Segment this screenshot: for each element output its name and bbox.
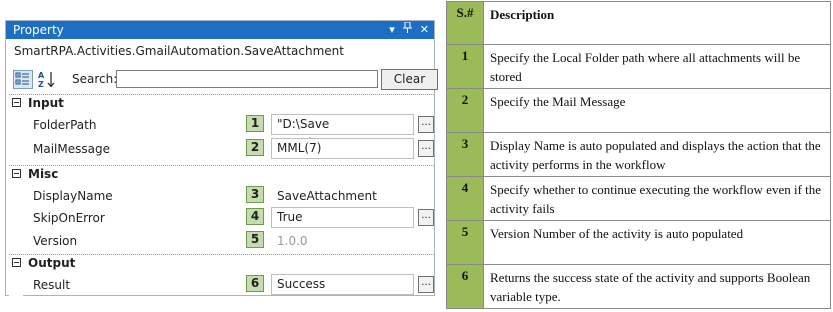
result-browse-button[interactable]: ...	[418, 276, 434, 293]
property-name: Result	[33, 278, 71, 292]
alphabetical-sort-button[interactable]: A Z	[37, 70, 57, 89]
row-description: Specify the Mail Message	[483, 88, 831, 133]
property-name: FolderPath	[33, 118, 97, 132]
category-label: Output	[28, 256, 76, 270]
property-name: SkipOnError	[33, 211, 105, 225]
mailmessage-browse-button[interactable]: ...	[418, 140, 434, 157]
collapse-icon[interactable]	[12, 169, 21, 178]
property-name: DisplayName	[33, 189, 113, 203]
table-row: 2 Specify the Mail Message	[446, 88, 831, 133]
header-description: Description	[483, 1, 831, 45]
callout-badge: 4	[246, 208, 264, 225]
table-row: 6 Returns the success state of the activ…	[446, 264, 831, 309]
category-input[interactable]: Input	[9, 94, 434, 112]
search-label: Search:	[72, 72, 118, 86]
row-number: 1	[446, 44, 484, 89]
row-number: 2	[446, 88, 484, 133]
activity-type-name: SmartRPA.Activities.GmailAutomation.Save…	[14, 44, 344, 58]
property-row-mailmessage: MailMessage 2 MML(7) ...	[9, 137, 434, 160]
callout-badge: 1	[246, 115, 264, 132]
result-input[interactable]: Success	[271, 274, 414, 295]
row-number: 5	[446, 220, 484, 265]
property-toolbar: A Z Search: Clear	[12, 69, 438, 91]
category-label: Misc	[28, 167, 59, 181]
property-name: MailMessage	[33, 142, 110, 156]
row-number: 6	[446, 264, 484, 309]
folderpath-input[interactable]: "D:\Save Attachments"	[271, 114, 414, 150]
category-label: Input	[28, 96, 64, 110]
clear-button[interactable]: Clear	[381, 69, 438, 90]
category-output[interactable]: Output	[9, 254, 434, 272]
callout-badge: 6	[246, 275, 264, 292]
table-row: 3 Display Name is auto populated and dis…	[446, 132, 831, 177]
row-description: Version Number of the activity is auto p…	[483, 220, 831, 265]
row-description: Returns the success state of the activit…	[483, 264, 831, 309]
property-titlebar: Property ▾ ✕	[6, 21, 434, 39]
row-description: Specify whether to continue executing th…	[483, 176, 831, 221]
row-number: 3	[446, 132, 484, 177]
table-header-row: S.# Description	[446, 1, 831, 45]
callout-badge: 5	[246, 231, 264, 248]
callout-badge: 2	[246, 139, 264, 156]
close-icon[interactable]: ✕	[420, 21, 429, 39]
table-row: 4 Specify whether to continue executing …	[446, 176, 831, 221]
header-number: S.#	[446, 1, 484, 45]
skiponerror-input[interactable]: True	[271, 207, 414, 228]
collapse-icon[interactable]	[12, 258, 21, 267]
dropdown-icon[interactable]: ▾	[389, 21, 395, 39]
property-row-displayname: DisplayName 3 SaveAttachment	[9, 184, 434, 207]
property-panel: Property ▾ ✕ SmartRPA.Activities.GmailAu…	[5, 20, 438, 296]
collapse-icon[interactable]	[12, 98, 21, 107]
property-row-version: Version 5 1.0.0	[9, 229, 434, 252]
category-misc[interactable]: Misc	[9, 165, 434, 183]
version-value: 1.0.0	[277, 234, 308, 248]
mailmessage-input[interactable]: MML(7)	[271, 138, 414, 159]
pin-icon[interactable]	[402, 21, 412, 39]
row-description: Display Name is auto populated and displ…	[483, 132, 831, 177]
row-description: Specify the Local Folder path where all …	[483, 44, 831, 89]
description-table: S.# Description 1 Specify the Local Fold…	[446, 1, 831, 309]
table-row: 1 Specify the Local Folder path where al…	[446, 44, 831, 89]
property-row-folderpath: FolderPath 1 "D:\Save Attachments" ...	[9, 113, 434, 150]
svg-text:A: A	[38, 71, 45, 80]
sort-az-icon: A Z	[38, 71, 55, 89]
panel-title: Property	[13, 23, 64, 37]
table-row: 5 Version Number of the activity is auto…	[446, 220, 831, 265]
categorized-view-button[interactable]	[13, 70, 33, 89]
callout-badge: 3	[246, 186, 264, 203]
property-name: Version	[33, 234, 78, 248]
categorized-icon	[15, 72, 29, 85]
displayname-value[interactable]: SaveAttachment	[277, 189, 377, 203]
property-row-result: Result 6 Success ...	[9, 273, 434, 296]
search-input[interactable]	[116, 70, 378, 88]
svg-text:Z: Z	[38, 80, 44, 89]
skiponerror-browse-button[interactable]: ...	[418, 209, 434, 226]
folderpath-browse-button[interactable]: ...	[418, 116, 434, 133]
property-row-skiponerror: SkipOnError 4 True ...	[9, 206, 434, 229]
row-number: 4	[446, 176, 484, 221]
